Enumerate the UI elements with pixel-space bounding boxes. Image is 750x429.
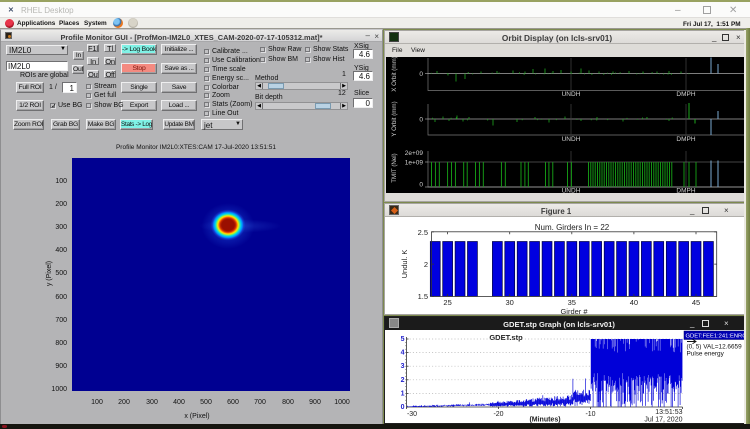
svg-text:-20: -20 <box>493 411 503 418</box>
svg-text:2.5: 2.5 <box>418 228 428 237</box>
svg-text:TMIT (Nel): TMIT (Nel) <box>391 153 398 182</box>
svg-text:X Orbit (mm): X Orbit (mm) <box>391 57 398 92</box>
svg-text:2e+09: 2e+09 <box>405 150 424 157</box>
svg-text:Undul. K: Undul. K <box>400 250 409 279</box>
svg-text:-10: -10 <box>585 411 595 418</box>
svg-text:13:51:53: 13:51:53 <box>655 409 682 416</box>
svg-text:1.5: 1.5 <box>418 292 428 301</box>
svg-text:DMPH: DMPH <box>676 136 695 143</box>
svg-text:1e+09: 1e+09 <box>405 160 424 167</box>
svg-text:DMPH: DMPH <box>676 91 695 98</box>
svg-text:GDET:FEE1:241:ENRC: GDET:FEE1:241:ENRC <box>686 334 746 340</box>
svg-text:0: 0 <box>419 71 423 78</box>
svg-text:45: 45 <box>692 298 700 307</box>
svg-text:Pulse energy: Pulse energy <box>687 351 725 358</box>
svg-text:0: 0 <box>419 117 423 124</box>
svg-text:35: 35 <box>568 298 576 307</box>
svg-text:40: 40 <box>630 298 638 307</box>
svg-text:UNDH: UNDH <box>562 91 581 98</box>
svg-text:4: 4 <box>401 350 405 357</box>
svg-text:UNDH: UNDH <box>562 136 581 143</box>
svg-text:1: 1 <box>401 390 405 397</box>
svg-text:30: 30 <box>506 298 514 307</box>
svg-text:Girder #: Girder # <box>560 307 588 315</box>
svg-text:2: 2 <box>401 377 405 384</box>
svg-text:3: 3 <box>401 363 405 370</box>
svg-text:Jul 17, 2020: Jul 17, 2020 <box>644 417 682 424</box>
svg-text:Num. Girders In = 22: Num. Girders In = 22 <box>535 223 610 232</box>
svg-text:25: 25 <box>443 298 451 307</box>
svg-text:(0, 5) VAL=12.6659: (0, 5) VAL=12.6659 <box>687 344 743 351</box>
svg-text:5: 5 <box>401 336 405 343</box>
svg-text:0: 0 <box>401 404 405 411</box>
svg-text:0: 0 <box>419 182 423 189</box>
svg-text:UNDH: UNDH <box>562 188 581 194</box>
svg-text:2: 2 <box>424 260 428 269</box>
svg-text:-30: -30 <box>407 411 417 418</box>
svg-text:(Minutes): (Minutes) <box>529 417 560 424</box>
svg-text:Y Orbit (mm): Y Orbit (mm) <box>391 101 398 136</box>
svg-text:GDET.stp: GDET.stp <box>489 333 523 342</box>
svg-text:DMPH: DMPH <box>676 188 695 194</box>
